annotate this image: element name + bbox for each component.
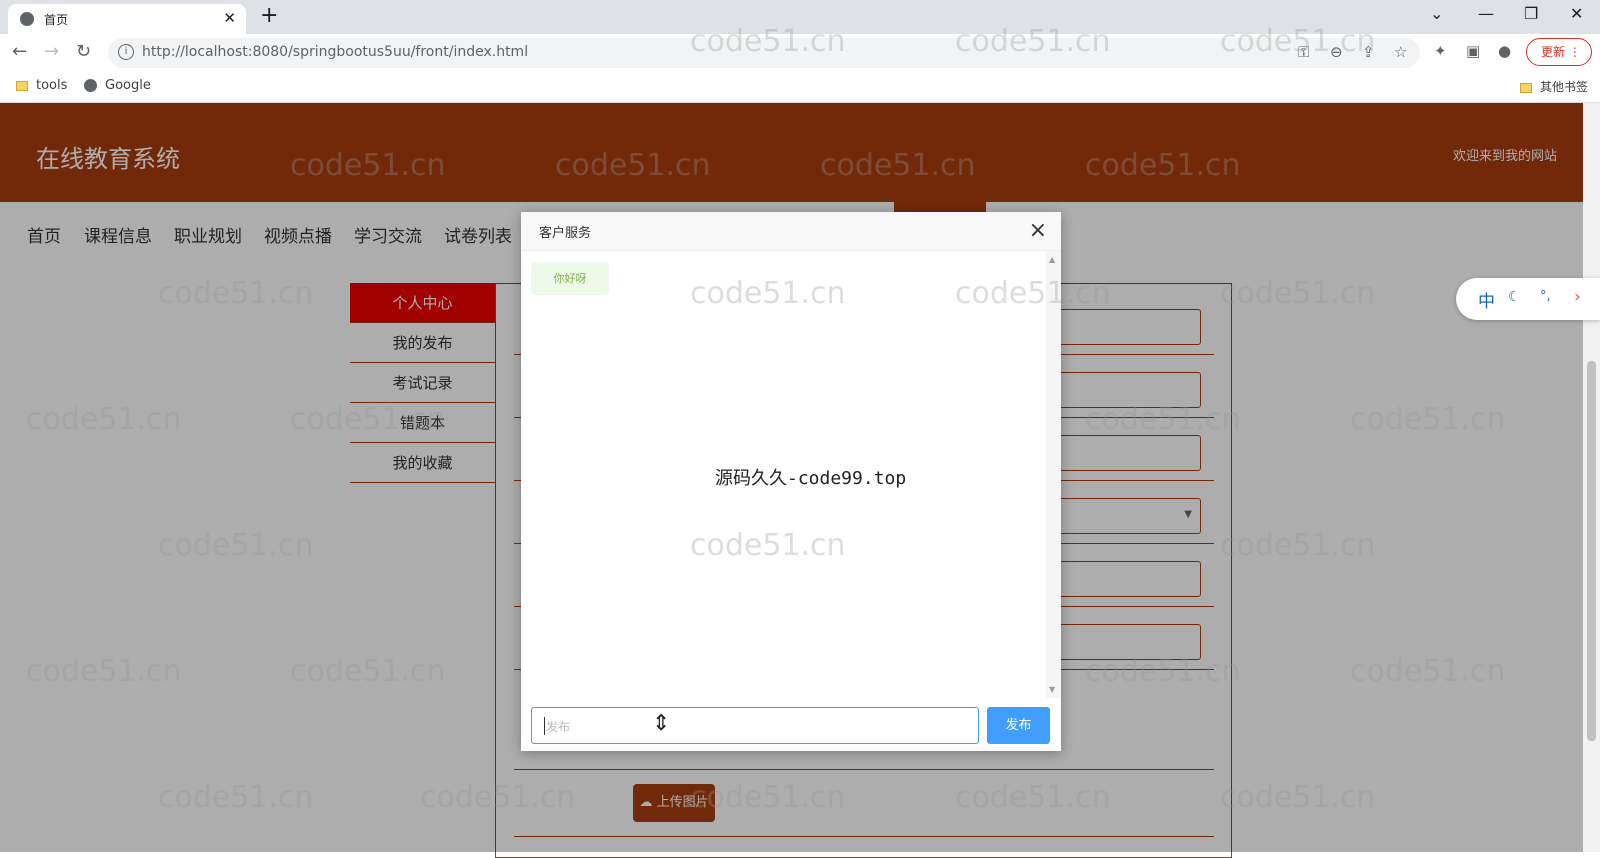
- share-icon[interactable]: ⇪: [1362, 43, 1375, 61]
- tab-title: 首页: [44, 13, 69, 27]
- reload-icon[interactable]: ↻: [76, 41, 91, 62]
- bookmark-tools[interactable]: tools: [16, 78, 67, 93]
- source-watermark: 源码久久-code99.top: [715, 468, 907, 489]
- minimize-button[interactable]: —: [1478, 4, 1494, 23]
- other-bookmarks[interactable]: 其他书签: [1520, 78, 1588, 95]
- forward-icon[interactable]: →: [44, 41, 59, 62]
- address-bar[interactable]: i http://localhost:8080/springbootus5uu/…: [108, 38, 1420, 68]
- globe-icon: [20, 12, 34, 26]
- scrollbar-thumb[interactable]: [1587, 361, 1596, 741]
- new-tab-button[interactable]: +: [260, 3, 278, 28]
- message-input[interactable]: 发布 ⇕: [531, 707, 979, 744]
- tab-search-icon[interactable]: ⌄: [1430, 4, 1443, 23]
- tab-strip: 首页 ✕ + ⌄ — ❐ ✕: [0, 0, 1600, 34]
- text-caret: [544, 717, 545, 735]
- scroll-down-icon[interactable]: ▼: [1049, 685, 1055, 694]
- scroll-up-icon[interactable]: ▲: [1049, 255, 1055, 264]
- browser-toolbar: ← → ↻ i http://localhost:8080/springboot…: [0, 34, 1600, 72]
- side-panel-icon[interactable]: ▣: [1466, 42, 1480, 60]
- chinese-input-label[interactable]: 中: [1478, 287, 1495, 312]
- send-button[interactable]: 发布: [987, 707, 1050, 744]
- back-icon[interactable]: ←: [12, 41, 27, 62]
- bookmarks-bar: tools Google 其他书签: [0, 72, 1600, 103]
- browser-chrome: 首页 ✕ + ⌄ — ❐ ✕ ← → ↻ i http://localhost:…: [0, 0, 1600, 103]
- key-icon[interactable]: ⚿: [1298, 43, 1309, 61]
- input-placeholder: 发布: [546, 720, 571, 734]
- chat-scrollbar[interactable]: ▲ ▼: [1046, 251, 1061, 698]
- chat-area: 你好呀 源码久久-code99.top: [521, 251, 1046, 698]
- page-scrollbar[interactable]: [1583, 103, 1600, 852]
- update-button[interactable]: 更新 ⋮: [1526, 38, 1592, 66]
- close-icon[interactable]: ×: [1029, 218, 1047, 243]
- url-text: http://localhost:8080/springbootus5uu/fr…: [142, 44, 529, 60]
- folder-icon: [16, 80, 28, 91]
- star-icon[interactable]: ☆: [1394, 43, 1407, 61]
- close-tab-icon[interactable]: ✕: [223, 9, 236, 27]
- info-icon[interactable]: i: [118, 44, 134, 60]
- restore-button[interactable]: ❐: [1524, 4, 1538, 23]
- moon-icon[interactable]: ☾: [1508, 289, 1521, 305]
- text-cursor-icon: ⇕: [652, 711, 671, 736]
- dialog-header: 客户服务 ×: [521, 212, 1061, 251]
- browser-tab[interactable]: 首页 ✕: [8, 4, 246, 34]
- extensions-icon[interactable]: ✦: [1434, 42, 1447, 60]
- language-toolbar: 中 ☾ °, ›: [1456, 278, 1600, 320]
- folder-icon: [1520, 82, 1532, 93]
- punctuation-icon[interactable]: °,: [1540, 289, 1551, 304]
- chevron-right-icon[interactable]: ›: [1574, 287, 1581, 307]
- zoom-out-icon[interactable]: ⊖: [1330, 43, 1343, 61]
- customer-service-dialog: 客户服务 × 你好呀 源码久久-code99.top ▲ ▼ 发布 ⇕ 发布: [521, 212, 1061, 751]
- chat-message: 你好呀: [531, 262, 609, 295]
- globe-icon: [84, 79, 97, 92]
- profile-icon[interactable]: ●: [1498, 42, 1511, 60]
- bookmark-google[interactable]: Google: [84, 78, 151, 93]
- dialog-title: 客户服务: [539, 226, 592, 241]
- close-window-button[interactable]: ✕: [1570, 4, 1583, 23]
